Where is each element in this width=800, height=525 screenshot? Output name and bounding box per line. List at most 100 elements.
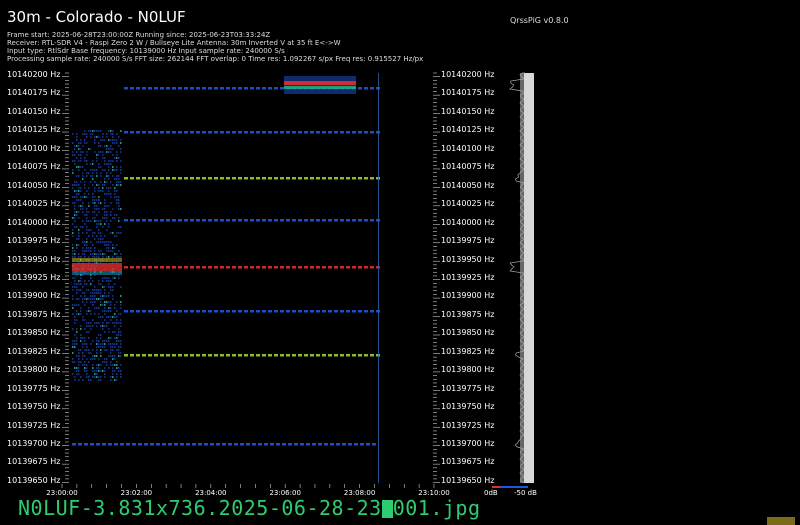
noise-pixel (110, 286, 112, 288)
carrier-segment (130, 219, 134, 222)
noise-pixel (106, 301, 108, 303)
carrier-segment (154, 354, 158, 357)
noise-pixel (74, 196, 76, 198)
noise-pixel (82, 346, 84, 348)
noise-pixel (74, 316, 76, 318)
noise-pixel (90, 343, 92, 345)
noise-pixel (80, 313, 82, 315)
noise-pixel (106, 145, 108, 147)
noise-pixel (102, 253, 104, 255)
noise-pixel (86, 376, 88, 378)
carrier-segment (232, 266, 236, 269)
carrier-segment (334, 310, 338, 313)
carrier-segment (244, 131, 248, 134)
carrier-segment (334, 131, 338, 134)
carrier-segment (328, 354, 332, 357)
carrier-segment (294, 443, 298, 446)
noise-pixel (118, 340, 120, 342)
noise-pixel (94, 292, 96, 294)
noise-pixel (116, 253, 118, 255)
noise-pixel (112, 175, 114, 177)
carrier-segment (316, 354, 320, 357)
noise-pixel (114, 304, 116, 306)
noise-pixel (82, 232, 84, 234)
carrier-segment (124, 219, 128, 222)
noise-pixel (110, 250, 112, 252)
noise-pixel (98, 343, 100, 345)
noise-pixel (102, 136, 104, 138)
noise-pixel (84, 361, 86, 363)
noise-pixel (96, 370, 98, 372)
noise-pixel (98, 229, 100, 231)
noise-pixel (118, 328, 120, 330)
noise-pixel (102, 238, 104, 240)
noise-pixel (112, 208, 114, 210)
noise-pixel (116, 367, 118, 369)
noise-pixel (78, 190, 80, 192)
noise-pixel (78, 145, 80, 147)
noise-pixel (112, 139, 114, 141)
noise-pixel (84, 295, 86, 297)
carrier-segment (322, 131, 326, 134)
noise-pixel (120, 256, 122, 258)
noise-pixel (110, 145, 112, 147)
noise-pixel (88, 361, 90, 363)
noise-pixel (98, 298, 100, 300)
noise-pixel (114, 142, 116, 144)
carrier-segment (226, 131, 230, 134)
carrier-segment (202, 87, 206, 90)
noise-pixel (92, 196, 94, 198)
noise-pixel (102, 325, 104, 327)
noise-pixel (80, 277, 82, 279)
carrier-segment (238, 131, 242, 134)
noise-pixel (80, 334, 82, 336)
noise-pixel (80, 295, 82, 297)
carrier-segment (174, 443, 178, 446)
noise-pixel (104, 325, 106, 327)
carrier-segment (180, 443, 184, 446)
carrier-segment (304, 266, 308, 269)
noise-pixel (118, 199, 120, 201)
carrier-segment (352, 354, 356, 357)
carrier-segment (282, 443, 286, 446)
carrier-segment (286, 354, 290, 357)
noise-pixel (104, 307, 106, 309)
noise-pixel (104, 193, 106, 195)
noise-pixel (106, 187, 108, 189)
carrier-segment (334, 219, 338, 222)
noise-pixel (104, 208, 106, 210)
noise-pixel (104, 331, 106, 333)
noise-pixel (118, 250, 120, 252)
noise-pixel (108, 277, 110, 279)
carrier-segment (244, 219, 248, 222)
noise-pixel (76, 166, 78, 168)
noise-pixel (96, 298, 98, 300)
noise-pixel (92, 199, 94, 201)
noise-pixel (110, 163, 112, 165)
noise-pixel (88, 331, 90, 333)
noise-pixel (86, 220, 88, 222)
noise-pixel (118, 217, 120, 219)
carrier-segment (286, 177, 290, 180)
filename-part-1: N0LUF-3.831x736.2025-06-28-23 (18, 496, 382, 520)
noise-pixel (86, 196, 88, 198)
carrier-segment (148, 219, 152, 222)
noise-pixel (84, 253, 86, 255)
noise-pixel (74, 343, 76, 345)
noise-pixel (94, 358, 96, 360)
noise-pixel (98, 166, 100, 168)
noise-pixel (74, 208, 76, 210)
noise-pixel (120, 148, 122, 150)
noise-pixel (92, 367, 94, 369)
carrier-segment (156, 443, 160, 446)
noise-pixel (92, 172, 94, 174)
carrier-segment (160, 354, 164, 357)
noise-pixel (88, 310, 90, 312)
carrier-segment (142, 219, 146, 222)
noise-pixel (76, 313, 78, 315)
noise-pixel (102, 346, 104, 348)
noise-pixel (76, 304, 78, 306)
noise-pixel (90, 250, 92, 252)
frame-edge-line (378, 73, 379, 483)
noise-pixel (74, 322, 76, 324)
